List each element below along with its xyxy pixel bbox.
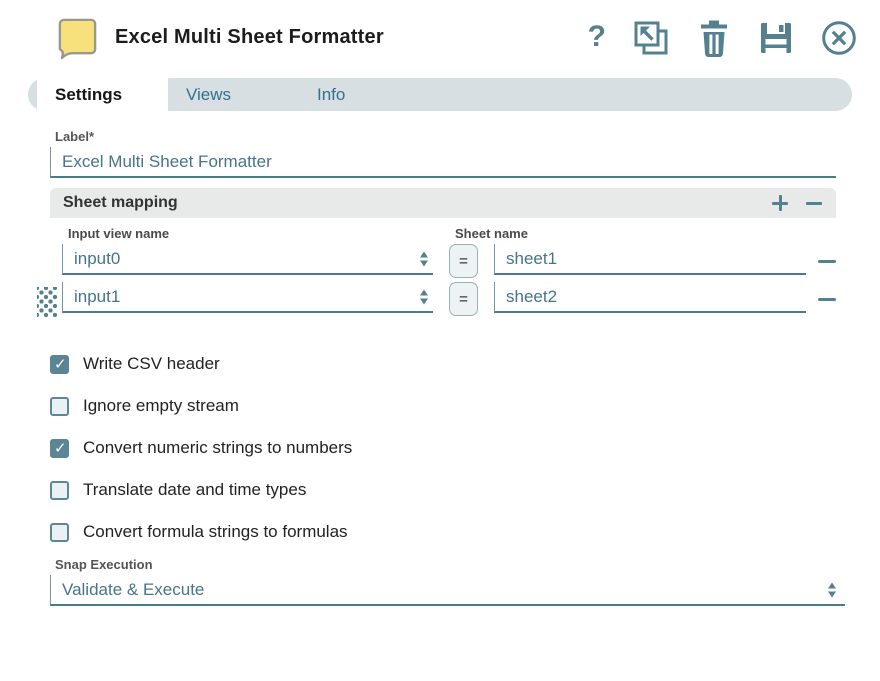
column-header-sheet-name: Sheet name (455, 226, 528, 241)
dropdown-spinner-icon[interactable] (420, 289, 428, 304)
delete-icon[interactable] (696, 18, 732, 58)
table-row: input0 = sheet1 (62, 244, 836, 281)
checkbox[interactable] (50, 355, 69, 374)
checkbox[interactable] (50, 481, 69, 500)
snap-execution-value: Validate & Execute (62, 580, 204, 600)
tab-info[interactable]: Info (299, 78, 430, 111)
tab-views[interactable]: Views (168, 78, 299, 111)
checkbox-label: Translate date and time types (83, 480, 306, 500)
sheet-mapping-header: Sheet mapping (50, 188, 836, 218)
dialog-toolbar: ? (588, 18, 858, 58)
sheet-name-value: sheet2 (506, 287, 557, 307)
dropdown-spinner-icon[interactable] (420, 251, 428, 266)
sheet-name-input[interactable]: sheet2 (494, 282, 806, 313)
label-input-value: Excel Multi Sheet Formatter (62, 152, 272, 172)
label-field-label: Label* (55, 129, 836, 144)
drag-handle-icon[interactable] (37, 287, 57, 317)
add-row-icon[interactable] (771, 194, 789, 212)
tab-settings[interactable]: Settings (37, 78, 168, 111)
input-view-value: input0 (74, 249, 120, 269)
dialog-header: Excel Multi Sheet Formatter ? (0, 0, 880, 73)
input-view-value: input1 (74, 287, 120, 307)
checkbox-row-convert-formula-strings: Convert formula strings to formulas (50, 511, 836, 553)
delete-row-icon[interactable] (818, 298, 836, 301)
tab-bar: Settings Views Info (28, 78, 852, 111)
sheet-name-input[interactable]: sheet1 (494, 244, 806, 275)
input-view-dropdown[interactable]: input1 (62, 282, 433, 313)
checkbox-label: Write CSV header (83, 354, 220, 374)
sheet-name-value: sheet1 (506, 249, 557, 269)
table-row: input1 = sheet2 (62, 282, 836, 319)
checkbox-label: Convert formula strings to formulas (83, 522, 348, 542)
checkbox-label: Convert numeric strings to numbers (83, 438, 352, 458)
column-header-input-view: Input view name (68, 226, 169, 241)
tab-bar-left-cap (28, 78, 37, 111)
checkbox-row-ignore-empty-stream: Ignore empty stream (50, 385, 836, 427)
options-checkbox-group: Write CSV header Ignore empty stream Con… (50, 343, 836, 553)
sheet-mapping-column-headers: Input view name Sheet name (50, 226, 836, 243)
expression-toggle-button[interactable]: = (449, 282, 478, 316)
close-icon[interactable] (820, 19, 858, 57)
checkbox[interactable] (50, 397, 69, 416)
delete-row-icon[interactable] (818, 260, 836, 263)
label-input[interactable]: Excel Multi Sheet Formatter (50, 147, 836, 178)
snap-settings-dialog: Excel Multi Sheet Formatter ? (0, 0, 880, 681)
snap-execution-dropdown[interactable]: Validate & Execute (50, 575, 845, 606)
expression-toggle-button[interactable]: = (449, 244, 478, 278)
checkbox[interactable] (50, 439, 69, 458)
settings-panel: Label* Excel Multi Sheet Formatter Sheet… (0, 111, 880, 606)
help-icon[interactable]: ? (588, 22, 606, 54)
snap-execution-label: Snap Execution (55, 557, 836, 572)
dropdown-spinner-icon[interactable] (828, 582, 836, 597)
remove-row-icon[interactable] (805, 194, 823, 212)
checkbox-label: Ignore empty stream (83, 396, 239, 416)
sheet-mapping-title: Sheet mapping (63, 194, 755, 212)
snap-note-icon (54, 14, 101, 61)
checkbox-row-write-csv-header: Write CSV header (50, 343, 836, 385)
input-view-dropdown[interactable]: input0 (62, 244, 433, 275)
dialog-title: Excel Multi Sheet Formatter (115, 26, 384, 49)
open-in-new-window-icon[interactable] (633, 19, 669, 56)
checkbox[interactable] (50, 523, 69, 542)
save-icon[interactable] (759, 20, 793, 56)
checkbox-row-convert-numeric-strings: Convert numeric strings to numbers (50, 427, 836, 469)
checkbox-row-translate-date-time: Translate date and time types (50, 469, 836, 511)
